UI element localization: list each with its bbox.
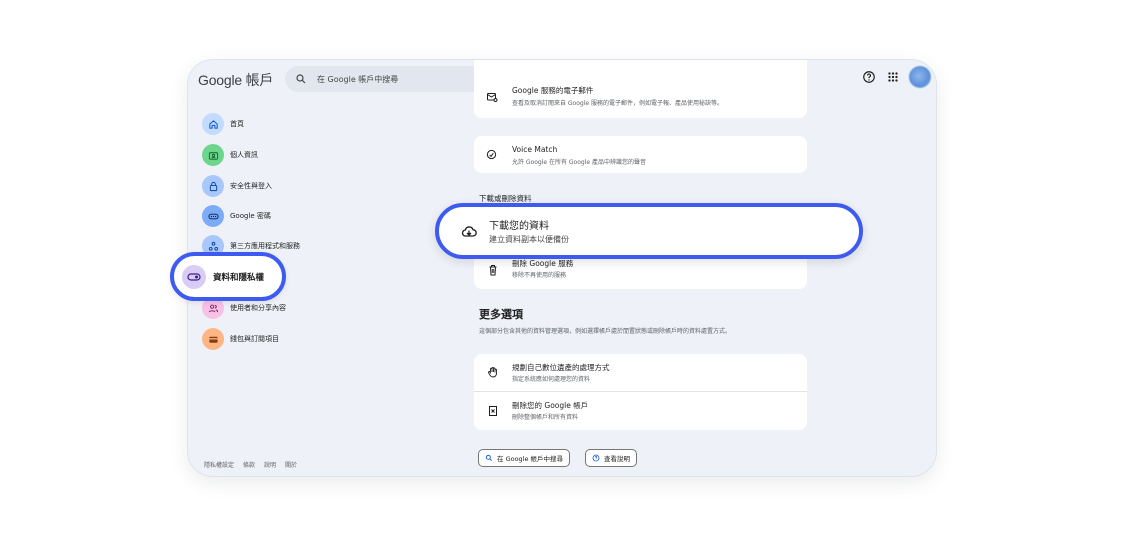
email-settings-icon [487, 93, 498, 102]
lock-icon [202, 175, 224, 197]
search-placeholder: 在 Google 帳戶中搜尋 [317, 74, 399, 84]
google-account-logo[interactable]: Google 帳戶 [198, 70, 273, 90]
toggle-icon [182, 264, 206, 289]
email-card: Google 服務的電子郵件 查看及取消訂閱來自 Google 服務的電子郵件，… [474, 60, 807, 118]
cloud-download-icon [461, 226, 477, 237]
search-icon [296, 74, 306, 84]
sidebar-item-security[interactable]: 安全性與登入 [202, 173, 272, 199]
voice-match-icon [486, 149, 497, 160]
sidebar-item-passwords[interactable]: Google 密碼 [202, 203, 271, 229]
help-icon [592, 454, 600, 462]
account-window: Google 帳戶 在 Google 帳戶中搜尋 首頁 個人資訊 安全性與登入 … [187, 59, 937, 477]
more-options-card: 規劃自己數位遺產的處理方式 指定系統應如何處理您的資料 刪除您的 Google … [474, 354, 807, 430]
terms-link[interactable]: 條款 [243, 460, 255, 469]
trash-icon [489, 265, 497, 276]
sidebar-item-personal-info[interactable]: 個人資訊 [202, 142, 258, 168]
about-link[interactable]: 關於 [285, 460, 297, 469]
footer-links: 隱私權設定 條款 說明 關於 [204, 460, 297, 469]
view-help-chip[interactable]: 查看說明 [585, 449, 637, 467]
password-icon [202, 205, 224, 227]
wallet-icon [202, 328, 224, 350]
sidebar-item-home[interactable]: 首頁 [202, 111, 244, 137]
id-card-icon [202, 144, 224, 166]
email-row[interactable]: Google 服務的電子郵件 查看及取消訂閱來自 Google 服務的電子郵件，… [474, 84, 807, 114]
home-icon [202, 113, 224, 135]
avatar[interactable] [909, 66, 931, 88]
download-data-row[interactable]: 下載您的資料 建立資料副本以便備份 [435, 203, 863, 259]
delete-account-row[interactable]: 刪除您的 Google 帳戶 刪除整個帳戶和所有資料 [474, 392, 807, 430]
privacy-link[interactable]: 隱私權設定 [204, 460, 234, 469]
hand-icon [488, 367, 497, 378]
help-icon[interactable] [862, 70, 876, 84]
legacy-planner-row[interactable]: 規劃自己數位遺產的處理方式 指定系統應如何處理您的資料 [474, 354, 807, 392]
sidebar-item-wallet[interactable]: 錢包與訂閱項目 [202, 326, 279, 352]
search-account-chip[interactable]: 在 Google 帳戶中搜尋 [478, 449, 571, 467]
help-link[interactable]: 說明 [264, 460, 276, 469]
voice-match-card[interactable]: Voice Match 允許 Google 在所有 Google 產品中辨識您的… [474, 136, 807, 173]
search-icon [485, 454, 492, 461]
more-options-heading: 更多選項 [479, 308, 523, 321]
apps-grid-icon[interactable] [886, 70, 900, 84]
more-options-description: 這個部分包含其他的資料管理選項，例如選擇帳戶處於閒置狀態或刪除帳戶時的資料處置方… [479, 328, 732, 335]
delete-account-icon [489, 406, 497, 416]
sidebar-item-data-privacy[interactable]: 資料和隱私權 [170, 252, 286, 301]
